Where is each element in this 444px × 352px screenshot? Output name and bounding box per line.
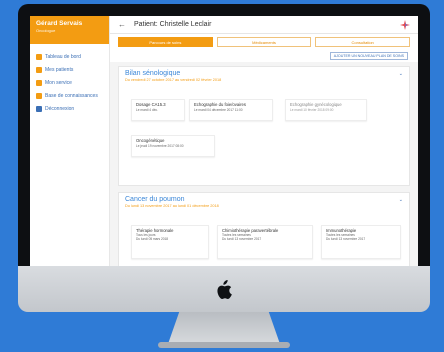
section-dates: Du vendredi 27 octobre 2017 au vendredi … (125, 78, 222, 82)
treatment-start: Du lundi 13 novembre 2017 (326, 237, 366, 241)
section-title: Cancer du poumon (125, 196, 185, 203)
hospital-icon (36, 79, 42, 86)
exam-date: Le mardi 4 déc. (136, 108, 158, 112)
treatment-start: Du lundi 13 novembre 2017 (222, 237, 262, 241)
sidebar-item-label: Mon service (45, 79, 72, 86)
sidebar-item-patients[interactable]: Mes patients (30, 63, 109, 76)
sidebar-item-service[interactable]: Mon service (30, 76, 109, 89)
sidebar: Gérard Servais Oncologue Tableau de bord… (30, 16, 110, 266)
section-card: Cancer du poumon Du lundi 13 novembre 20… (118, 192, 410, 266)
tab-bar: Parcours de soins Médicaments Consultati… (110, 34, 418, 50)
sidebar-item-label: Déconnexion (45, 105, 75, 112)
logo-icon (400, 20, 410, 30)
apple-logo-icon (217, 280, 232, 300)
top-bar: ← Patient: Christelle Leclair (110, 16, 418, 34)
chevron-down-icon[interactable]: ⌄ (399, 197, 403, 203)
tab-medications[interactable]: Médicaments (216, 37, 312, 47)
main-content: ← Patient: Christelle Leclair Parcours d… (110, 16, 418, 266)
treatment-start: Du lundi 05 mars 2018 (136, 237, 169, 241)
imac-mockup: Gérard Servais Oncologue Tableau de bord… (18, 4, 430, 348)
exam-card[interactable]: Echographie gynécologique Le mardi 10 fé… (285, 99, 367, 121)
treatment-card[interactable]: Immunothérapie Toutes les semaines Du lu… (321, 225, 401, 259)
app-screen: Gérard Servais Oncologue Tableau de bord… (30, 16, 418, 266)
book-icon (36, 92, 42, 99)
section-dates: Du lundi 13 novembre 2017 au lundi 01 dé… (125, 204, 219, 208)
add-care-plan-button[interactable]: AJOUTER UN NOUVEAU PLAN DE SOINS (329, 52, 408, 60)
user-header: Gérard Servais Oncologue (30, 16, 109, 44)
sidebar-item-dashboard[interactable]: Tableau de bord (30, 50, 109, 63)
monitor-stand (168, 312, 280, 344)
back-arrow-icon[interactable]: ← (118, 20, 126, 29)
home-icon (36, 53, 42, 60)
user-role: Oncologue (36, 28, 56, 33)
sidebar-item-label: Base de connaissances (45, 92, 98, 99)
exam-date: Le jeudi 19 novembre 2017 08:00 (136, 144, 184, 148)
exam-name: Echographie gynécologique (290, 102, 342, 107)
monitor-stand-base (158, 342, 290, 348)
exam-card[interactable]: Oncogénétique Le jeudi 19 novembre 2017 … (131, 135, 215, 157)
exam-name: Oncogénétique (136, 138, 165, 143)
logout-icon (36, 105, 42, 112)
users-icon (36, 66, 42, 73)
tab-consultation[interactable]: Consultation (315, 37, 411, 47)
exam-date: Le mardi 04 décembre 2017 11:00 (194, 108, 243, 112)
treatment-card[interactable]: Chimiothérapie paravertébrale Toutes les… (217, 225, 313, 259)
exam-card[interactable]: Echographie du foie/ovaires Le mardi 04 … (189, 99, 273, 121)
exam-name: Echographie du foie/ovaires (194, 102, 246, 107)
treatment-card[interactable]: Thérapie hormonale Tous les jours Du lun… (131, 225, 209, 259)
exam-card[interactable]: Dosage CA15.3 Le mardi 4 déc. (131, 99, 185, 121)
tab-care-pathway[interactable]: Parcours de soins (118, 37, 213, 47)
sidebar-item-logout[interactable]: Déconnexion (30, 102, 109, 115)
section-title: Bilan sénologique (125, 70, 181, 77)
exam-date: Le mardi 10 février 2018 09:00 (290, 108, 334, 112)
sidebar-item-knowledge[interactable]: Base de connaissances (30, 89, 109, 102)
sidebar-item-label: Mes patients (45, 66, 74, 73)
user-name: Gérard Servais (36, 20, 83, 27)
sidebar-item-label: Tableau de bord (45, 53, 81, 60)
chevron-down-icon[interactable]: ⌄ (399, 71, 403, 77)
actions-row: AJOUTER UN NOUVEAU PLAN DE SOINS (110, 50, 418, 62)
page-title: Patient: Christelle Leclair (134, 21, 212, 28)
section-card: Bilan sénologique Du vendredi 27 octobre… (118, 66, 410, 186)
exam-name: Dosage CA15.3 (136, 102, 166, 107)
